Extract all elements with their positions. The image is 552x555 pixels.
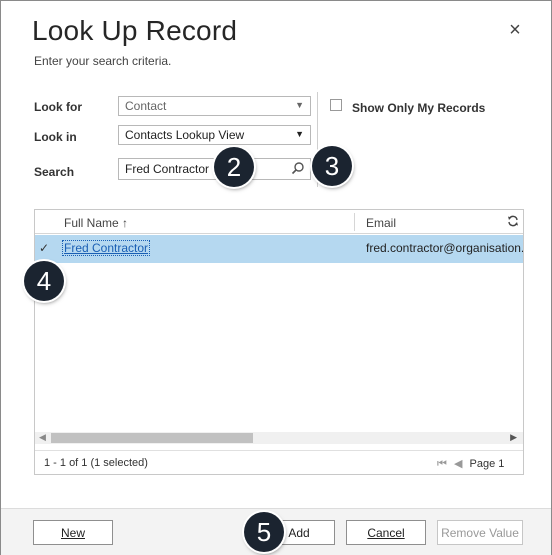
search-value: Fred Contractor [125,162,210,176]
cancel-button[interactable]: Cancel [346,520,426,545]
search-label: Search [34,165,75,179]
lookup-dialog: Look Up Record Enter your search criteri… [0,0,552,555]
scroll-left-icon[interactable]: ◀ [39,432,46,443]
cancel-button-label: Cancel [367,525,405,540]
column-full-name[interactable]: Full Name ↑ [64,216,128,230]
pager: ⏮ ◀ Page 1 ▶ [437,457,523,474]
callout-4: 4 [24,261,64,301]
record-count-status: 1 - 1 of 1 (1 selected) [44,457,148,469]
show-only-my-records-label: Show Only My Records [352,101,486,115]
close-icon[interactable]: × [504,19,526,41]
remove-value-button-label: Remove Value [441,525,519,540]
new-button-label: New [60,525,85,540]
scrollbar-thumb[interactable] [51,433,253,443]
dialog-subtitle: Enter your search criteria. [34,54,172,68]
checkmark-icon[interactable]: ✓ [39,241,49,255]
show-only-my-records-checkbox[interactable] [330,99,342,111]
remove-value-button[interactable]: Remove Value [437,520,523,545]
callout-5: 5 [244,512,284,552]
look-for-select[interactable]: Contact ▼ [118,96,311,116]
page-label: Page 1 [469,458,505,470]
search-icon[interactable] [291,161,305,178]
chevron-down-icon: ▼ [295,129,304,139]
dialog-title: Look Up Record [32,15,238,46]
look-in-label: Look in [34,130,77,144]
look-for-label: Look for [34,100,82,114]
results-grid: Full Name ↑ Email ✓ Fred Contractor fred… [34,209,524,475]
row-email: fred.contractor@organisation.co [366,241,524,255]
refresh-icon[interactable] [507,215,519,230]
column-email[interactable]: Email [366,216,396,230]
grid-header: Full Name ↑ Email [35,210,523,234]
callout-2: 2 [214,147,254,187]
callout-3: 3 [312,146,352,186]
look-in-value: Contacts Lookup View [125,128,245,142]
look-in-select[interactable]: Contacts Lookup View ▼ [118,125,311,145]
look-for-value: Contact [125,99,167,113]
first-page-icon[interactable]: ⏮ [437,458,447,470]
column-divider [354,213,355,231]
table-row[interactable]: ✓ Fred Contractor fred.contractor@organi… [35,235,523,263]
next-page-icon[interactable]: ▶ [437,472,445,474]
horizontal-scrollbar[interactable]: ◀ ▶ [35,432,523,444]
previous-page-icon[interactable]: ◀ [454,458,462,470]
scroll-right-icon[interactable]: ▶ [510,432,517,443]
add-button-label: Add [288,525,310,540]
chevron-down-icon: ▼ [295,100,304,110]
new-button[interactable]: New [33,520,113,545]
row-full-name-link[interactable]: Fred Contractor [61,240,151,256]
grid-footer-divider [35,450,523,451]
